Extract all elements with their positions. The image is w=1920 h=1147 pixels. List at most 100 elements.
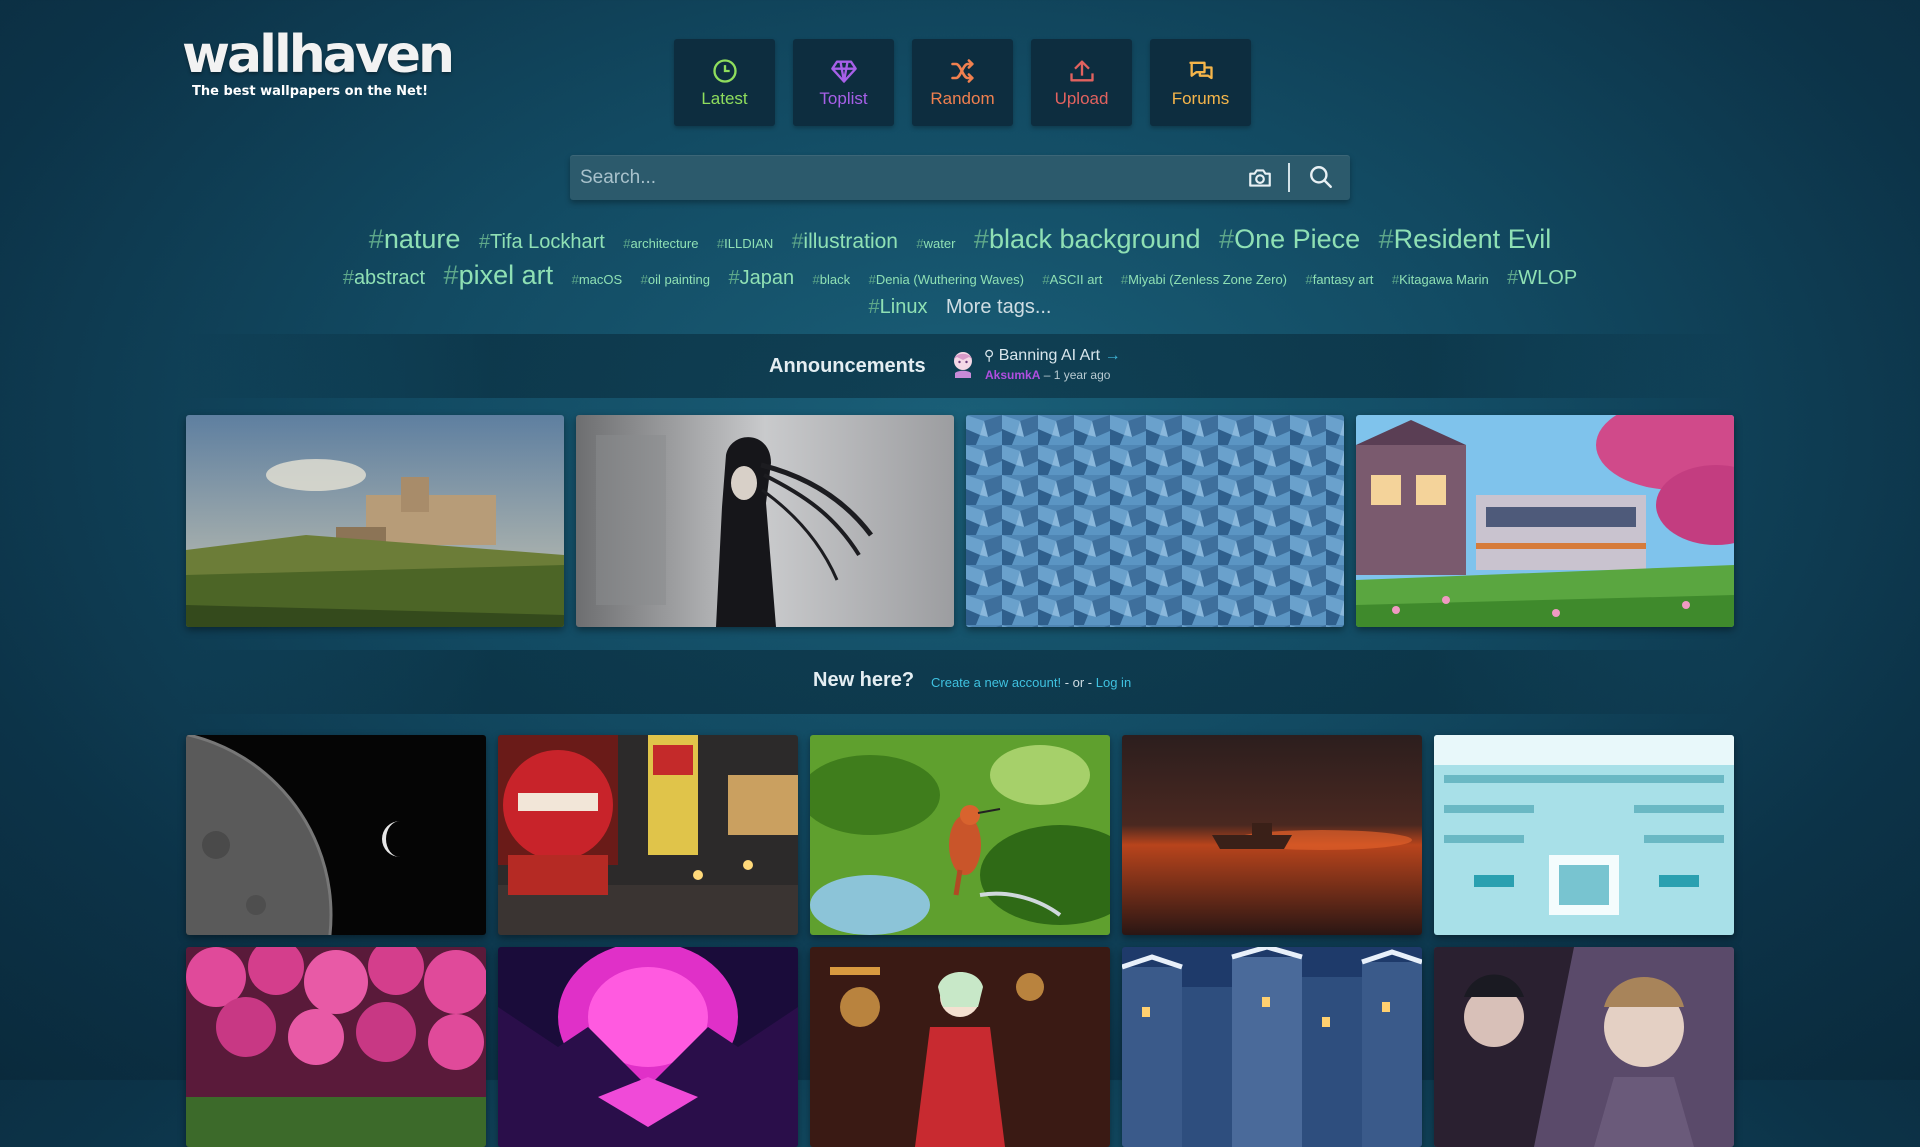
- more-tags-link[interactable]: More tags...: [946, 292, 1052, 322]
- wallpaper-thumb-anime-singer[interactable]: [810, 947, 1110, 1147]
- hash-mark: #: [1507, 267, 1519, 289]
- hash-mark: #: [868, 296, 880, 318]
- announcement-post-link[interactable]: ⚲ Banning AI Art →: [984, 347, 1121, 365]
- anime-singer-image: [810, 947, 1110, 1147]
- wallpaper-thumb-boat-sunset[interactable]: [1122, 735, 1422, 935]
- upload-icon: [1069, 60, 1094, 82]
- avatar[interactable]: [950, 349, 976, 379]
- site-logo[interactable]: wallhaven The best wallpapers on the Net…: [182, 22, 455, 99]
- tag-pixel-art[interactable]: #pixel art: [444, 258, 554, 292]
- tag-label: ASCII art: [1049, 272, 1103, 287]
- diamond-icon: [830, 60, 857, 83]
- nav-latest-button[interactable]: Latest: [674, 39, 775, 126]
- hash-mark: #: [1219, 224, 1235, 254]
- announcement-time: – 1 year ago: [1043, 368, 1111, 382]
- search-icon[interactable]: [1308, 164, 1334, 190]
- hash-mark: #: [623, 236, 631, 251]
- tag-wlop[interactable]: #WLOP: [1507, 261, 1577, 295]
- search-input[interactable]: [570, 155, 1230, 200]
- hash-mark: #: [640, 272, 648, 287]
- blue-shards-image: [966, 415, 1344, 627]
- tag-label: pixel art: [458, 260, 554, 290]
- snowy-town-image: [1122, 947, 1422, 1147]
- arrow-right-icon: →: [1104, 347, 1121, 364]
- tag-architecture[interactable]: #architecture: [623, 226, 698, 262]
- tag-black-background[interactable]: #black background: [974, 221, 1201, 257]
- nav-toplist-button[interactable]: Toplist: [793, 39, 894, 126]
- tag-one-piece[interactable]: #One Piece: [1219, 221, 1360, 257]
- tag-label: WLOP: [1518, 267, 1578, 289]
- announcement-author-link[interactable]: AksumkA: [985, 368, 1040, 382]
- nav-upload-label: Upload: [1054, 88, 1109, 108]
- tag-linux[interactable]: #Linux: [869, 292, 928, 322]
- announcements-title: Announcements: [769, 355, 926, 377]
- chat-bubbles-icon: [1188, 61, 1213, 79]
- tag-tifa-lockhart[interactable]: #Tifa Lockhart: [479, 224, 605, 260]
- wallpaper-thumb-pink-flowers[interactable]: [186, 947, 486, 1147]
- tag-water[interactable]: #water: [916, 226, 955, 262]
- nav-toplist-label: Toplist: [819, 88, 868, 108]
- tag-illdian[interactable]: #ILLDIAN: [717, 226, 773, 262]
- logo-wordmark: wallhaven: [182, 25, 455, 85]
- tag-label: architecture: [630, 236, 699, 251]
- hummingbird-image: [810, 735, 1110, 935]
- tag-label: water: [923, 236, 956, 251]
- nav-upload-button[interactable]: Upload: [1031, 39, 1132, 126]
- wallpaper-thumb-hummingbird[interactable]: [810, 735, 1110, 935]
- tag-label: Kitagawa Marin: [1399, 272, 1489, 287]
- tag-label: illustration: [803, 230, 898, 253]
- pin-icon: ⚲: [984, 347, 995, 363]
- nav-random-button[interactable]: Random: [912, 39, 1013, 126]
- hash-mark: #: [868, 272, 876, 287]
- tag-abstract[interactable]: #abstract: [343, 261, 425, 295]
- tag-label: Resident Evil: [1393, 224, 1552, 254]
- tag-label: black background: [988, 224, 1201, 254]
- nav-forums-button[interactable]: Forums: [1150, 39, 1251, 126]
- announcement-meta: AksumkA – 1 year ago: [985, 368, 1110, 382]
- featured-thumb-blue-shards[interactable]: [966, 415, 1344, 627]
- tag-nature[interactable]: #nature: [369, 221, 461, 257]
- tag-label: Denia (Wuthering Waves): [875, 272, 1024, 287]
- wallpaper-thumb-synthwave[interactable]: [498, 947, 798, 1147]
- hash-mark: #: [478, 231, 490, 253]
- camera-icon[interactable]: [1247, 165, 1273, 191]
- anime-characters-image: [1434, 947, 1734, 1147]
- tag-illustration[interactable]: #illustration: [792, 224, 898, 260]
- library-interior-image: [1434, 735, 1734, 935]
- or-separator: - or -: [1061, 675, 1096, 690]
- login-link[interactable]: Log in: [1096, 675, 1131, 690]
- featured-thumb-landscape[interactable]: [186, 415, 564, 627]
- nav-random-label: Random: [930, 88, 995, 108]
- tag-label: abstract: [353, 267, 426, 289]
- wallpaper-thumb-city-street[interactable]: [498, 735, 798, 935]
- wallpaper-thumb-library[interactable]: [1434, 735, 1734, 935]
- tag-japan[interactable]: #Japan: [728, 261, 794, 295]
- hash-mark: #: [443, 260, 459, 290]
- featured-thumb-portrait[interactable]: [576, 415, 954, 627]
- hash-mark: #: [1305, 272, 1313, 287]
- tag-label: ILLDIAN: [724, 236, 774, 251]
- create-account-link[interactable]: Create a new account!: [931, 675, 1061, 690]
- featured-thumb-anime-train[interactable]: [1356, 415, 1734, 627]
- wallpaper-thumb-snowy-town[interactable]: [1122, 947, 1422, 1147]
- search-bar: [570, 155, 1350, 200]
- wallpaper-thumb-anime-characters[interactable]: [1434, 947, 1734, 1147]
- nav-latest-label: Latest: [701, 88, 748, 108]
- hash-mark: #: [1042, 272, 1050, 287]
- tag-label: nature: [383, 224, 461, 254]
- tag-label: Miyabi (Zenless Zone Zero): [1128, 272, 1288, 287]
- hash-mark: #: [791, 230, 804, 253]
- main-nav: Latest Toplist Random Upload Forums: [674, 39, 1251, 126]
- shuffle-icon: [950, 58, 974, 83]
- tag-label: Japan: [739, 267, 795, 289]
- announcement-post-title: Banning AI Art: [998, 347, 1101, 364]
- tag-label: Tifa Lockhart: [489, 231, 605, 253]
- tag-cloud-row-1: #nature #Tifa Lockhart #architecture #IL…: [300, 221, 1620, 262]
- newhere-links: Create a new account! - or - Log in: [931, 675, 1131, 690]
- clock-icon: [712, 58, 737, 83]
- tag-resident-evil[interactable]: #Resident Evil: [1379, 221, 1552, 257]
- wallpaper-thumb-moon[interactable]: [186, 735, 486, 935]
- hash-mark: #: [1120, 272, 1129, 287]
- boat-sunset-image: [1122, 735, 1422, 935]
- synthwave-image: [498, 947, 798, 1147]
